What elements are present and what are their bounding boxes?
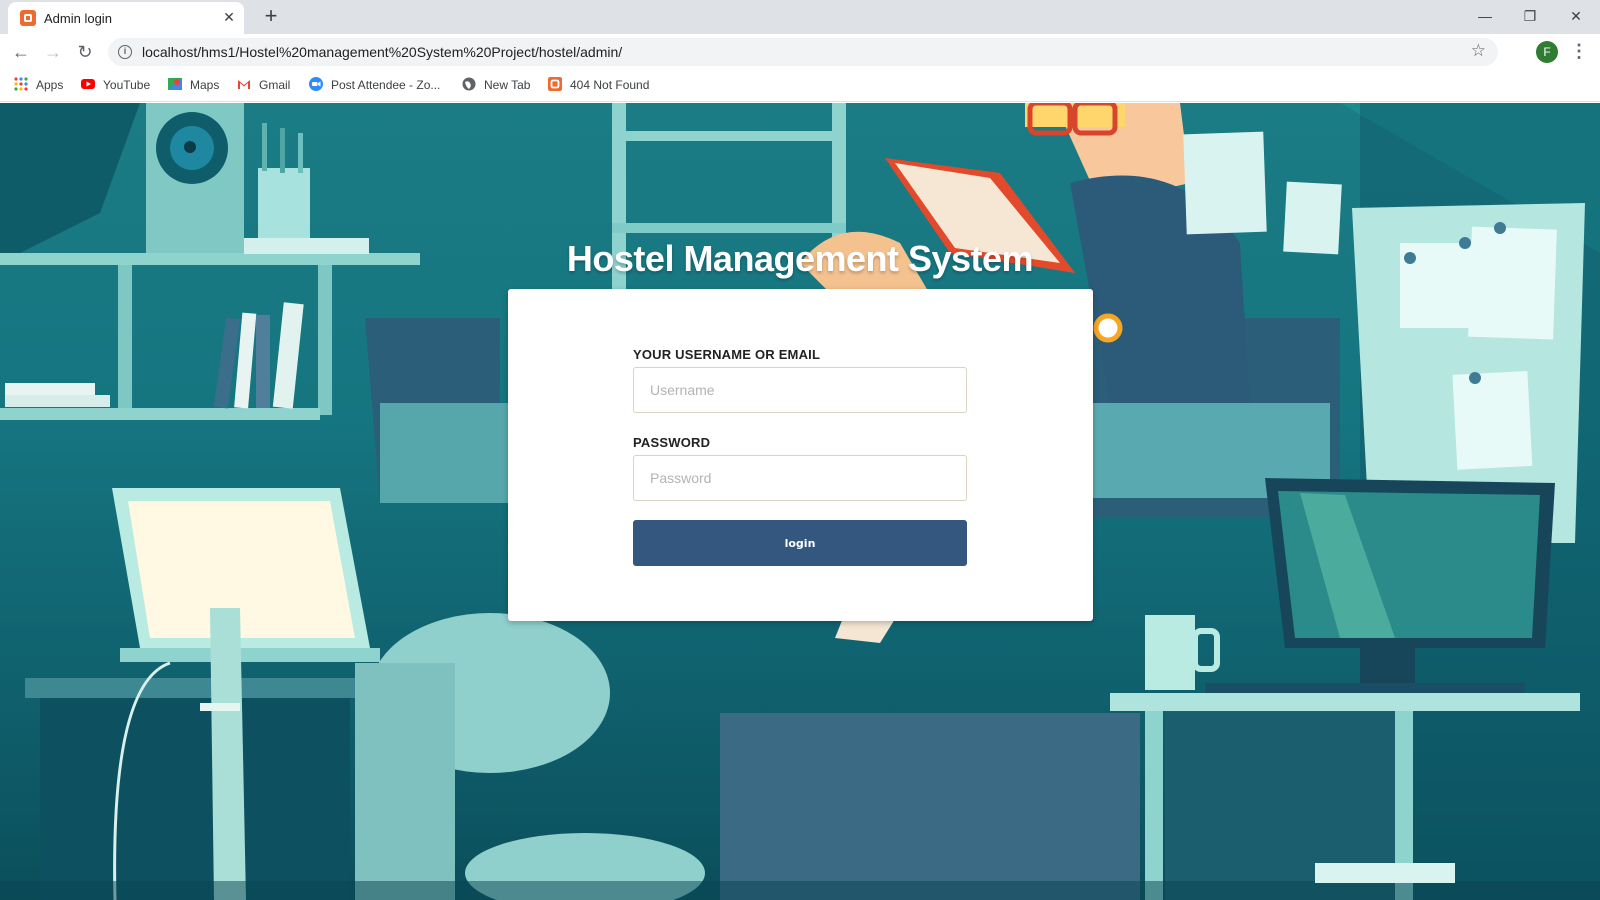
bookmark-label: Gmail [259, 78, 291, 92]
address-bar[interactable]: i localhost/hms1/Hostel%20management%20S… [108, 38, 1498, 66]
bookmark-zoom[interactable]: Post Attendee - Zo... [309, 77, 440, 95]
bookmark-maps[interactable]: Maps [168, 77, 219, 95]
login-button[interactable]: login [633, 520, 967, 566]
username-input[interactable] [633, 367, 967, 413]
bookmark-label: New Tab [484, 78, 531, 92]
tab-strip: Admin login ✕ + — ❐ ✕ [0, 0, 1600, 34]
new-tab-icon[interactable]: + [258, 4, 284, 30]
close-window-icon[interactable]: ✕ [1564, 4, 1588, 28]
bookmark-label: YouTube [103, 78, 151, 92]
close-tab-icon[interactable]: ✕ [220, 8, 238, 26]
password-label: PASSWORD [633, 435, 711, 450]
back-icon[interactable]: ← [9, 40, 33, 64]
bookmark-apps[interactable]: Apps [14, 77, 63, 95]
xampp-icon [548, 77, 562, 91]
globe-icon [462, 77, 476, 91]
bookmark-404[interactable]: 404 Not Found [548, 77, 649, 95]
apps-grid-icon [14, 77, 28, 91]
kebab-menu-icon[interactable]: ⋮ [1570, 40, 1588, 64]
gmail-icon [238, 80, 250, 89]
bookmark-new-tab[interactable]: New Tab [462, 77, 530, 95]
browser-toolbar: ← → ↻ i localhost/hms1/Hostel%20manageme… [0, 34, 1600, 70]
username-label: YOUR USERNAME OR EMAIL [633, 347, 821, 362]
reload-icon[interactable]: ↻ [73, 40, 97, 64]
bookmark-star-icon[interactable]: ☆ [1471, 41, 1486, 61]
profile-avatar[interactable]: F [1536, 41, 1558, 63]
browser-tab[interactable]: Admin login ✕ [8, 2, 244, 34]
bookmark-label: 404 Not Found [570, 78, 650, 92]
bookmark-label: Maps [190, 78, 220, 92]
info-icon[interactable]: i [118, 45, 132, 59]
restore-icon[interactable]: ❐ [1518, 4, 1542, 28]
minimize-icon[interactable]: — [1473, 4, 1497, 28]
url-text[interactable]: localhost/hms1/Hostel%20management%20Sys… [142, 44, 622, 60]
tab-title: Admin login [44, 11, 112, 26]
maps-icon [168, 78, 182, 90]
login-card: YOUR USERNAME OR EMAIL PASSWORD login [508, 289, 1093, 621]
youtube-icon [81, 79, 95, 89]
bookmark-youtube[interactable]: YouTube [81, 77, 150, 95]
bookmark-gmail[interactable]: Gmail [237, 77, 290, 95]
bookmark-label: Apps [36, 78, 64, 92]
xampp-icon [20, 10, 36, 26]
password-input[interactable] [633, 455, 967, 501]
bookmarks-bar: Apps YouTube Maps Gmail Post Attendee - … [0, 70, 1600, 102]
zoom-icon [309, 77, 323, 91]
forward-icon[interactable]: → [41, 40, 65, 64]
bookmark-label: Post Attendee - Zo... [331, 78, 441, 92]
page-title: Hostel Management System [566, 238, 1034, 279]
